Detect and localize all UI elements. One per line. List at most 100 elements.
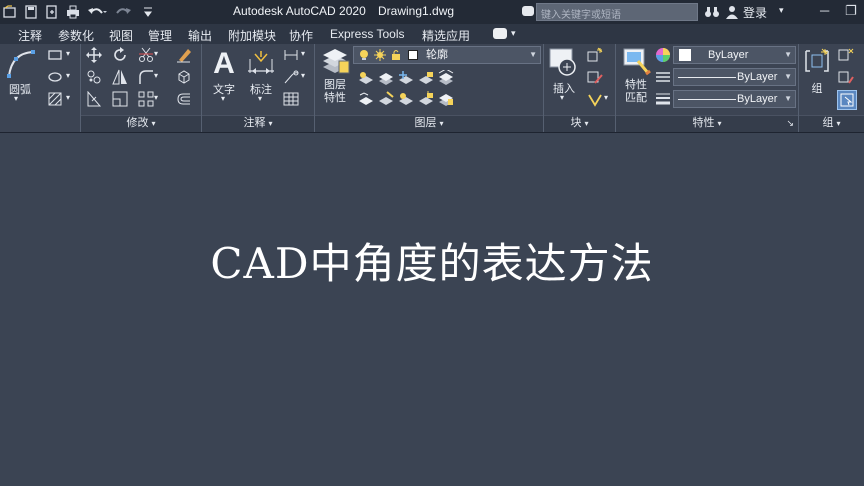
offset-icon[interactable] xyxy=(175,90,193,108)
panel-annotation-dropdown-icon: ▾ xyxy=(268,119,273,128)
binoculars-icon[interactable] xyxy=(704,5,720,24)
login-dropdown-icon[interactable]: ▾ xyxy=(779,5,784,16)
lineweight-icon[interactable] xyxy=(654,90,672,108)
drawing-canvas[interactable] xyxy=(0,133,864,486)
text-dropdown-icon[interactable]: ▾ xyxy=(221,94,225,103)
edit-block-icon[interactable] xyxy=(586,68,604,86)
panel-layers-title[interactable]: 图层 ▾ xyxy=(315,115,543,132)
lineweight-preview xyxy=(678,99,736,100)
layer-freeze-tool-icon[interactable] xyxy=(397,69,415,87)
lineweight-dropdown[interactable]: ByLayer ▼ xyxy=(673,90,796,108)
color-wheel-icon[interactable] xyxy=(654,46,672,64)
copy-icon[interactable] xyxy=(85,68,103,86)
block-attribute-dropdown-icon[interactable]: ▾ xyxy=(604,93,608,102)
create-block-icon[interactable] xyxy=(586,46,604,64)
block-attribute-icon[interactable] xyxy=(586,90,604,108)
tab-manage[interactable]: 管理 xyxy=(148,27,172,44)
linear-dim-dropdown-icon[interactable]: ▾ xyxy=(301,49,305,58)
linetype-icon[interactable] xyxy=(654,68,672,86)
layer-match-icon[interactable] xyxy=(377,90,395,108)
trim-icon[interactable] xyxy=(137,46,155,64)
table-icon[interactable] xyxy=(282,90,300,108)
layer-lock-tool-icon[interactable] xyxy=(417,69,435,87)
array-icon[interactable] xyxy=(137,90,155,108)
share-icon[interactable] xyxy=(522,6,534,16)
panel-properties-title[interactable]: 特性 ▾ ↘ xyxy=(616,115,798,132)
linetype-dropdown[interactable]: ByLayer ▼ xyxy=(673,68,796,86)
tab-addins[interactable]: 附加模块 xyxy=(228,27,276,44)
undo-icon[interactable] xyxy=(86,4,108,20)
ellipse-icon[interactable] xyxy=(46,68,64,86)
tab-express-tools[interactable]: Express Tools xyxy=(330,27,404,41)
ribbon-toggle-icon[interactable] xyxy=(493,28,507,39)
tab-output[interactable]: 输出 xyxy=(188,27,212,44)
tab-featured-apps[interactable]: 精选应用 xyxy=(422,27,470,44)
customize-qa-icon[interactable] xyxy=(140,4,156,20)
panel-groups-title[interactable]: 组 ▾ xyxy=(799,115,864,132)
open-icon[interactable] xyxy=(2,4,18,20)
layer-isolate-icon[interactable] xyxy=(377,69,395,87)
panel-modify-title[interactable]: 修改 ▾ xyxy=(81,115,201,132)
arc-dropdown-icon[interactable]: ▾ xyxy=(14,94,18,103)
restore-icon[interactable]: ❐ xyxy=(845,3,857,19)
title-bar: Autodesk AutoCAD 2020 Drawing1.dwg 键入关键字… xyxy=(0,0,864,24)
print-icon[interactable] xyxy=(65,4,81,20)
ribbon-toggle-dropdown-icon[interactable]: ▾ xyxy=(511,28,516,39)
panel-block-title[interactable]: 块 ▾ xyxy=(544,115,615,132)
properties-launcher-icon[interactable]: ↘ xyxy=(786,116,794,131)
color-dropdown[interactable]: ByLayer ▼ xyxy=(673,46,796,64)
ungroup-icon[interactable] xyxy=(837,46,855,64)
group-selection-toggle-icon[interactable] xyxy=(837,90,857,110)
tab-view[interactable]: 视图 xyxy=(109,27,133,44)
dimension-dropdown-icon[interactable]: ▾ xyxy=(258,94,262,103)
redo-icon[interactable] xyxy=(113,4,135,20)
rectangle-dropdown-icon[interactable]: ▾ xyxy=(66,49,70,58)
dimension-icon[interactable] xyxy=(246,49,276,77)
array-dropdown-icon[interactable]: ▾ xyxy=(154,93,158,102)
explode-icon[interactable] xyxy=(175,68,193,86)
ellipse-dropdown-icon[interactable]: ▾ xyxy=(66,71,70,80)
layer-properties-icon[interactable] xyxy=(320,47,350,77)
saveas-icon[interactable] xyxy=(44,4,60,20)
linear-dim-icon[interactable] xyxy=(282,46,300,64)
hatch-icon[interactable] xyxy=(46,90,64,108)
text-icon[interactable]: A xyxy=(210,47,238,77)
layer-make-current-icon[interactable] xyxy=(357,90,375,108)
match-properties-icon[interactable] xyxy=(622,47,652,77)
layer-thaw-icon[interactable] xyxy=(397,90,415,108)
login-button[interactable]: 登录 xyxy=(743,4,767,21)
trim-dropdown-icon[interactable]: ▾ xyxy=(154,49,158,58)
tab-collaborate[interactable]: 协作 xyxy=(289,27,313,44)
rectangle-icon[interactable] xyxy=(46,46,64,64)
tab-parametric[interactable]: 参数化 xyxy=(58,27,94,44)
layer-off-icon[interactable] xyxy=(357,69,375,87)
layer-merge-icon[interactable] xyxy=(437,90,455,108)
insert-block-icon[interactable] xyxy=(548,47,580,77)
leader-dropdown-icon[interactable]: ▾ xyxy=(301,71,305,80)
minimize-icon[interactable]: ─ xyxy=(820,3,829,18)
move-icon[interactable] xyxy=(85,46,103,64)
search-input[interactable]: 键入关键字或短语 xyxy=(536,3,698,21)
panel-modify: ▾ ▾ ▾ 修改 ▾ xyxy=(81,44,202,132)
app-title: Autodesk AutoCAD 2020 xyxy=(233,4,366,18)
layer-walk-icon[interactable] xyxy=(437,69,455,87)
fillet-icon[interactable] xyxy=(137,68,155,86)
mirror-icon[interactable] xyxy=(111,68,129,86)
layer-color-swatch xyxy=(408,50,418,60)
tab-annotate[interactable]: 注释 xyxy=(18,27,42,44)
rotate-icon[interactable] xyxy=(111,46,129,64)
stretch-icon[interactable] xyxy=(85,90,103,108)
scale-icon[interactable] xyxy=(111,90,129,108)
save-icon[interactable] xyxy=(23,4,39,20)
layer-unlock-icon[interactable] xyxy=(417,90,435,108)
leader-icon[interactable] xyxy=(282,68,300,86)
group-edit-icon[interactable] xyxy=(837,68,855,86)
layer-dropdown[interactable]: 轮廓 ▼ xyxy=(353,46,541,64)
arc-icon[interactable] xyxy=(6,49,36,79)
insert-dropdown-icon[interactable]: ▾ xyxy=(560,93,564,102)
panel-annotation-title[interactable]: 注释 ▾ xyxy=(202,115,314,132)
group-icon[interactable] xyxy=(803,47,831,75)
hatch-dropdown-icon[interactable]: ▾ xyxy=(66,93,70,102)
fillet-dropdown-icon[interactable]: ▾ xyxy=(154,71,158,80)
erase-icon[interactable] xyxy=(175,46,193,64)
